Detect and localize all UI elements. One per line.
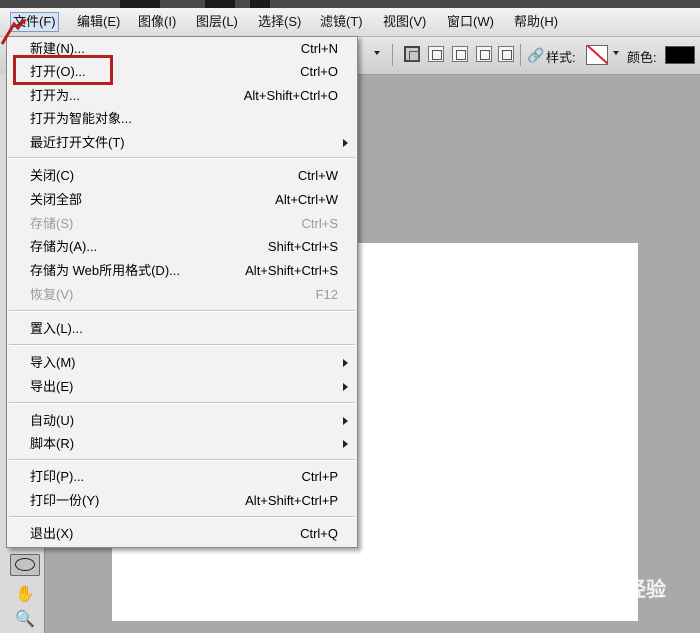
menu-item-automate[interactable]: 自动(U) — [7, 410, 357, 432]
menu-divider — [9, 516, 355, 518]
divider — [392, 44, 393, 66]
menu-item-print[interactable]: 打印(P)... Ctrl+P — [7, 466, 357, 488]
menu-divider — [9, 157, 355, 159]
link-icon: 🔗 — [527, 47, 545, 63]
menu-select[interactable]: 选择(S) — [256, 13, 303, 31]
menu-filter[interactable]: 滤镜(T) — [318, 13, 365, 31]
title-strip-block — [120, 0, 160, 8]
watermark-suffix: 经验 — [626, 579, 666, 601]
menu-edit[interactable]: 编辑(E) — [75, 13, 122, 31]
paw-icon — [590, 570, 617, 597]
chevron-down-icon[interactable] — [374, 51, 380, 55]
chevron-down-icon[interactable] — [613, 51, 619, 55]
menu-item-scripts[interactable]: 脚本(R) — [7, 433, 357, 455]
menu-divider — [9, 310, 355, 312]
ellipse-tool-icon[interactable] — [10, 554, 40, 576]
menu-layer[interactable]: 图层(L) — [194, 13, 240, 31]
title-strip-block — [250, 0, 270, 8]
watermark-brand: Bai — [542, 575, 574, 597]
zoom-tool-icon[interactable]: 🔍 — [10, 609, 40, 631]
menu-item-save-for-web[interactable]: 存储为 Web所用格式(D)... Alt+Shift+Ctrl+S — [7, 260, 357, 282]
menu-item-open-as[interactable]: 打开为... Alt+Shift+Ctrl+O — [7, 85, 357, 107]
menu-item-print-one-copy[interactable]: 打印一份(Y) Alt+Shift+Ctrl+P — [7, 490, 357, 512]
menu-item-close[interactable]: 关闭(C) Ctrl+W — [7, 165, 357, 187]
menu-divider — [9, 459, 355, 461]
hand-tool-icon[interactable]: ✋ — [10, 584, 40, 606]
menu-bar: 文件(F) 编辑(E) 图像(I) 图层(L) 选择(S) 滤镜(T) 视图(V… — [0, 8, 700, 37]
open-item-highlight-box — [13, 55, 113, 85]
submenu-arrow-icon — [343, 417, 348, 425]
menu-divider — [9, 402, 355, 404]
intersect-selection-button[interactable] — [476, 46, 492, 62]
menu-item-open-recent[interactable]: 最近打开文件(T) — [7, 132, 357, 154]
submenu-arrow-icon — [343, 383, 348, 391]
color-swatch[interactable] — [665, 46, 695, 64]
menu-divider — [9, 344, 355, 346]
menu-item-close-all[interactable]: 关闭全部 Alt+Ctrl+W — [7, 189, 357, 211]
menu-item-export[interactable]: 导出(E) — [7, 376, 357, 398]
style-swatch[interactable] — [586, 45, 608, 65]
new-selection-button[interactable] — [404, 46, 420, 62]
baidu-watermark: Bai 经验 jingyan.baidu.com — [538, 563, 698, 625]
submenu-arrow-icon — [343, 139, 348, 147]
menu-item-revert: 恢复(V) F12 — [30, 287, 338, 302]
menu-item-save: 存储(S) Ctrl+S — [30, 216, 338, 231]
menu-image[interactable]: 图像(I) — [136, 13, 178, 31]
red-arrow-icon — [0, 19, 26, 45]
file-menu-dropdown: 新建(N)... Ctrl+N 打开(O)... Ctrl+O 打开为... A… — [6, 36, 358, 548]
subtract-selection-button[interactable] — [452, 46, 468, 62]
menu-help[interactable]: 帮助(H) — [512, 13, 560, 31]
menu-item-import[interactable]: 导入(M) — [7, 352, 357, 374]
title-strip-block — [205, 0, 235, 8]
menu-view[interactable]: 视图(V) — [381, 13, 428, 31]
divider — [520, 44, 521, 66]
menu-item-open-as-smart-object[interactable]: 打开为智能对象... — [7, 108, 357, 130]
title-strip — [0, 0, 700, 8]
submenu-arrow-icon — [343, 440, 348, 448]
menu-item-place[interactable]: 置入(L)... — [7, 318, 357, 340]
color-label: 颜色: — [627, 50, 657, 65]
menu-window[interactable]: 窗口(W) — [445, 13, 496, 31]
menu-item-exit[interactable]: 退出(X) Ctrl+Q — [7, 523, 357, 545]
watermark-url: jingyan.baidu.com — [538, 603, 627, 615]
add-selection-button[interactable] — [428, 46, 444, 62]
style-label: 样式: — [546, 50, 576, 65]
menu-item-save-as[interactable]: 存储为(A)... Shift+Ctrl+S — [7, 236, 357, 258]
submenu-arrow-icon — [343, 359, 348, 367]
exclude-selection-button[interactable] — [498, 46, 514, 62]
